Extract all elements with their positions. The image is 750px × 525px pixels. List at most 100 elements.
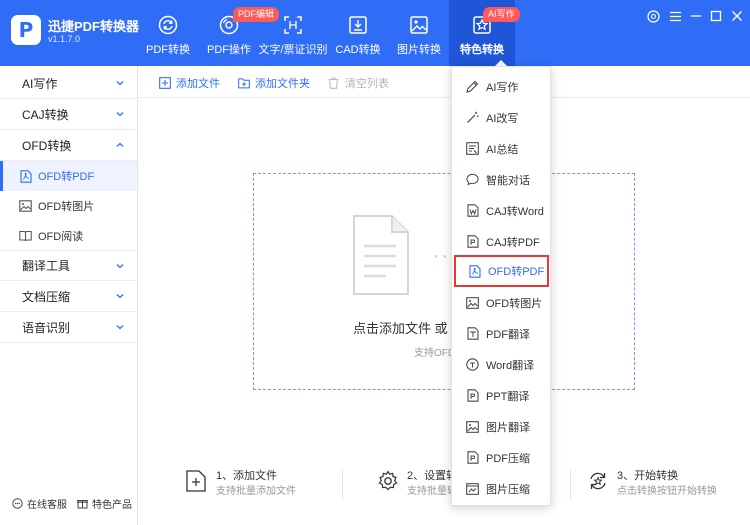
maximize-icon[interactable] (708, 8, 724, 24)
tab-label: CAD转换 (335, 44, 381, 56)
menu-item-label: PDF翻译 (486, 328, 530, 341)
menu-item-pdf-compress[interactable]: PDF压缩 (452, 442, 550, 473)
file-drop-zone[interactable]: • • • 点击添加文件 或 拖 支持OFD (253, 173, 635, 390)
logo-letter: P (18, 18, 34, 42)
tab-label: 特色转换 (460, 44, 504, 56)
sidebar-category-compress[interactable]: 文档压缩 (0, 281, 137, 312)
special-convert-dropdown: AI写作 AI改写 AI总结 智能对话 CAJ转Word CAJ转PDF OFD… (451, 66, 551, 506)
step-start-convert: 3、开始转换 点击转换按钮开始转换 (587, 469, 717, 499)
menu-item-caj-to-word[interactable]: CAJ转Word (452, 195, 550, 226)
gear-icon (377, 470, 399, 492)
sidebar-category-speech[interactable]: 语音识别 (0, 312, 137, 343)
menu-item-label: PPT翻译 (486, 390, 530, 403)
menu-item-label: OFD转PDF (488, 266, 545, 278)
sidebar-category-ai-writing[interactable]: AI写作 (0, 68, 137, 99)
compress-icon (466, 451, 479, 464)
sidebar-category-ofd[interactable]: OFD转换 (0, 130, 137, 161)
sidebar-category-label: 翻译工具 (22, 259, 71, 273)
sidebar-category-label: CAJ转换 (22, 107, 69, 122)
summary-icon (466, 142, 479, 155)
ai-writing-badge: AI写作 (483, 7, 520, 22)
sidebar-item-ofd-to-pdf[interactable]: OFD转PDF (0, 161, 137, 191)
translate-icon (466, 358, 479, 371)
sidebar: AI写作 CAJ转换 OFD转换 OFD转PDF OFD转图片 OFD阅读 翻译… (0, 66, 138, 525)
drop-zone-subtext: 支持OFD (414, 348, 456, 359)
menu-item-ai-rewrite[interactable]: AI改写 (452, 102, 550, 133)
document-icon (352, 214, 410, 296)
chevron-down-icon (115, 261, 125, 271)
menu-item-ofd-to-image[interactable]: OFD转图片 (452, 287, 550, 318)
add-folder-icon (238, 77, 250, 89)
online-support-button[interactable]: 在线客服 (12, 496, 67, 511)
chevron-down-icon (115, 109, 125, 119)
pdf-icon (466, 235, 479, 248)
add-file-label: 添加文件 (176, 78, 220, 90)
menu-item-ai-summary[interactable]: AI总结 (452, 133, 550, 164)
menu-item-label: 图片翻译 (486, 421, 530, 434)
tab-cad-convert[interactable]: CAD转换 (335, 0, 381, 66)
menu-item-label: CAJ转PDF (486, 236, 540, 249)
tab-pdf-convert[interactable]: PDF转换 (140, 0, 196, 66)
menu-item-caj-to-pdf[interactable]: CAJ转PDF (452, 226, 550, 257)
add-file-button[interactable]: 添加文件 (159, 75, 220, 91)
pdf-icon (468, 264, 481, 278)
pdf-icon (19, 169, 32, 183)
menu-icon[interactable] (667, 8, 683, 24)
clear-list-label: 清空列表 (345, 78, 389, 90)
sidebar-item-ofd-reader[interactable]: OFD阅读 (0, 221, 137, 251)
menu-item-image-compress[interactable]: 图片压缩 (452, 473, 550, 504)
app-name: 迅捷PDF转换器 (48, 19, 140, 34)
menu-item-label: PDF压缩 (486, 452, 530, 465)
sidebar-category-label: OFD转换 (22, 138, 72, 153)
featured-products-label: 特色产品 (92, 500, 132, 511)
add-file-step-icon (186, 470, 208, 492)
featured-products-button[interactable]: 特色产品 (77, 496, 132, 511)
app-version: v1.1.7.0 (48, 34, 81, 44)
step-desc: 点击转换按钮开始转换 (617, 486, 717, 497)
convert-icon (587, 470, 609, 492)
chevron-up-icon (115, 140, 125, 150)
menu-item-ofd-to-pdf[interactable]: OFD转PDF (454, 255, 549, 287)
menu-item-smart-chat[interactable]: 智能对话 (452, 164, 550, 195)
chevron-down-icon (115, 291, 125, 301)
tab-image-convert[interactable]: 图片转换 (396, 0, 442, 66)
gift-icon (77, 498, 88, 509)
step-settings: 2、设置转 支持批量转 (377, 469, 457, 499)
chevron-down-icon (115, 322, 125, 332)
sidebar-category-caj[interactable]: CAJ转换 (0, 99, 137, 130)
sidebar-category-translate[interactable]: 翻译工具 (0, 250, 137, 281)
cad-icon (347, 14, 369, 36)
settings-icon[interactable] (645, 8, 661, 24)
menu-item-ai-writing[interactable]: AI写作 (452, 71, 550, 102)
tab-label: PDF转换 (146, 44, 190, 56)
menu-item-pdf-translate[interactable]: PDF翻译 (452, 318, 550, 349)
menu-item-label: CAJ转Word (486, 205, 544, 218)
wand-icon (466, 111, 479, 124)
drop-zone-text: 点击添加文件 或 拖 (353, 321, 465, 336)
pen-icon (466, 80, 479, 93)
menu-item-word-translate[interactable]: Word翻译 (452, 349, 550, 380)
add-folder-button[interactable]: 添加文件夹 (238, 75, 310, 91)
sidebar-item-label: OFD阅读 (38, 231, 84, 243)
image-icon (408, 14, 430, 36)
menu-item-label: OFD转图片 (486, 297, 543, 310)
tab-label: PDF操作 (207, 44, 251, 56)
compress-image-icon (466, 482, 479, 495)
sidebar-item-label: OFD转PDF (38, 171, 95, 183)
headset-icon (12, 498, 23, 509)
menu-item-label: 智能对话 (486, 174, 530, 187)
step-desc: 支持批量转 (407, 486, 457, 497)
menu-item-image-translate[interactable]: 图片翻译 (452, 411, 550, 442)
minimize-icon[interactable] (688, 8, 704, 24)
tab-ocr[interactable]: 文字/票证识别 (258, 0, 328, 66)
close-icon[interactable] (729, 8, 745, 24)
sidebar-item-ofd-to-image[interactable]: OFD转图片 (0, 191, 137, 221)
menu-item-ppt-translate[interactable]: PPT翻译 (452, 380, 550, 411)
tab-label: 图片转换 (397, 44, 441, 56)
add-file-icon (159, 77, 171, 89)
image-icon (466, 296, 479, 309)
scan-icon (282, 14, 304, 36)
step-desc: 支持批量添加文件 (216, 486, 296, 497)
clear-list-button[interactable]: 清空列表 (328, 75, 389, 91)
file-toolbar: 添加文件 添加文件夹 清空列表 (138, 66, 750, 98)
